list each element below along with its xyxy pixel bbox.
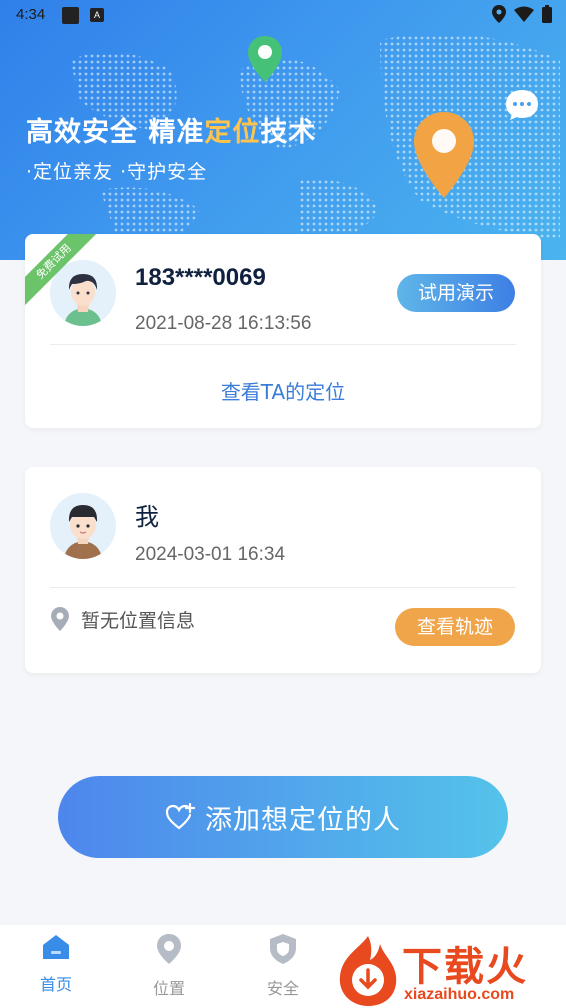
watermark: 下载火 xiazaihuo.com [334,934,566,1008]
heart-plus-icon [165,803,195,830]
contact-phone: 183****0069 [135,264,266,291]
tab-location[interactable]: 位置 [129,933,209,999]
watermark-url: xiazaihuo.com [404,986,515,1003]
no-location-text: 暂无位置信息 [81,610,196,632]
location-icon [157,934,181,964]
my-timestamp: 2024-03-01 16:34 [135,544,286,565]
wifi-icon [514,6,534,22]
view-track-button[interactable]: 查看轨迹 [395,608,515,646]
location-status-icon [492,5,506,23]
battery-icon [542,5,552,23]
flame-logo-icon [339,936,397,1006]
my-card[interactable]: 我 2024-03-01 16:34 暂无位置信息 查看轨迹 [25,467,541,673]
chat-bubble-icon[interactable] [504,88,540,122]
banner-subtitle: ·定位亲友 ·守护安全 [26,161,208,183]
tab-location-label: 位置 [152,979,185,998]
app-badge-icon: A [90,8,104,22]
add-person-button[interactable]: 添加想定位的人 [58,776,508,858]
banner-title: 高效安全 精准定位技术 [26,117,317,148]
hero-banner: 高效安全 精准定位技术 ·定位亲友 ·守护安全 [0,0,566,260]
status-time: 4:34 [16,6,46,23]
tab-safety[interactable]: 安全 [243,933,323,999]
map-pin-orange-icon [414,112,474,198]
my-avatar [50,493,116,559]
tab-home[interactable]: 首页 [16,933,96,995]
tab-safety-label: 安全 [266,979,299,998]
location-pin-icon [51,607,69,631]
status-bar: 4:34 A [0,0,566,30]
my-name: 我 [135,504,159,531]
tab-home-label: 首页 [39,975,72,994]
contact-timestamp: 2021-08-28 16:13:56 [135,313,312,334]
contact-card[interactable]: 免费试用 183****0069 2021-08-28 16:13:56 试用演… [25,234,541,428]
map-pin-green-icon [248,36,282,82]
app-notification-icon [62,7,79,24]
view-location-link[interactable]: 查看TA的定位 [25,376,541,405]
add-person-label: 添加想定位的人 [205,804,401,836]
home-icon [43,935,69,959]
watermark-text: 下载火 [402,944,528,990]
card-divider [50,587,516,588]
card-divider [50,344,516,345]
shield-icon [270,934,296,964]
demo-button[interactable]: 试用演示 [397,274,515,312]
